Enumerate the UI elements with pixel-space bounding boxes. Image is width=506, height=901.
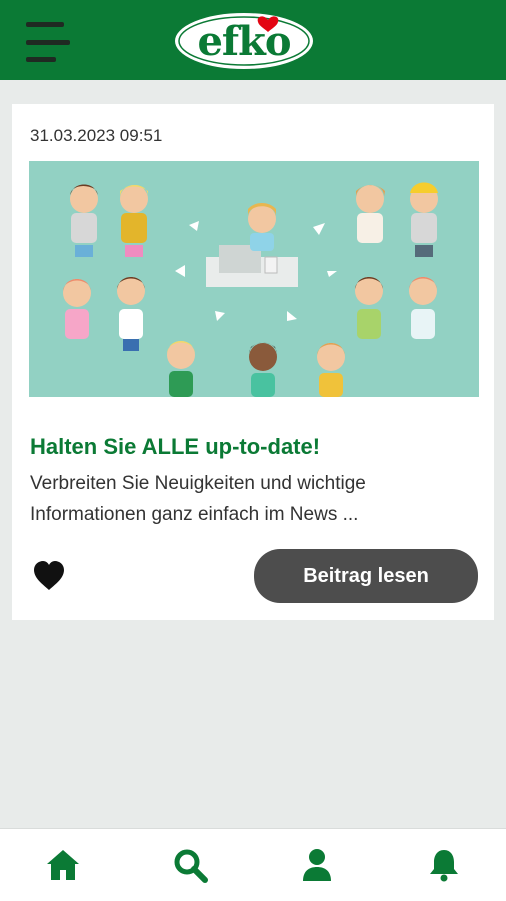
person-11 [317,343,345,397]
efko-logo: efko [172,10,316,72]
person-4 [410,182,438,257]
bell-icon[interactable] [426,847,462,883]
person-9 [167,341,195,397]
person-1 [70,184,98,257]
post-date: 31.03.2023 09:51 [30,126,163,145]
home-icon[interactable] [45,847,81,883]
person-8 [409,277,437,339]
logo-text: efko [197,17,291,65]
post-title[interactable]: Halten Sie ALLE up-to-date! [30,434,320,460]
search-icon[interactable] [172,847,208,883]
person-6 [117,277,145,351]
post-excerpt: Verbreiten Sie Neuigkeiten und wichtige … [30,473,366,525]
person-2 [120,185,149,257]
like-heart-icon[interactable] [32,560,66,592]
app-header: efko [0,0,506,80]
bottom-navigation [0,828,506,901]
user-icon[interactable] [299,847,335,883]
person-5 [63,279,91,339]
post-illustration[interactable] [29,161,479,397]
read-post-button[interactable]: Beitrag lesen [254,549,478,603]
person-7 [355,277,383,339]
hamburger-menu-icon[interactable] [26,22,70,62]
person-10 [249,342,277,397]
person-3 [356,185,385,243]
news-card[interactable]: 31.03.2023 09:51 Halten Sie ALLE up-to-d… [12,104,494,620]
